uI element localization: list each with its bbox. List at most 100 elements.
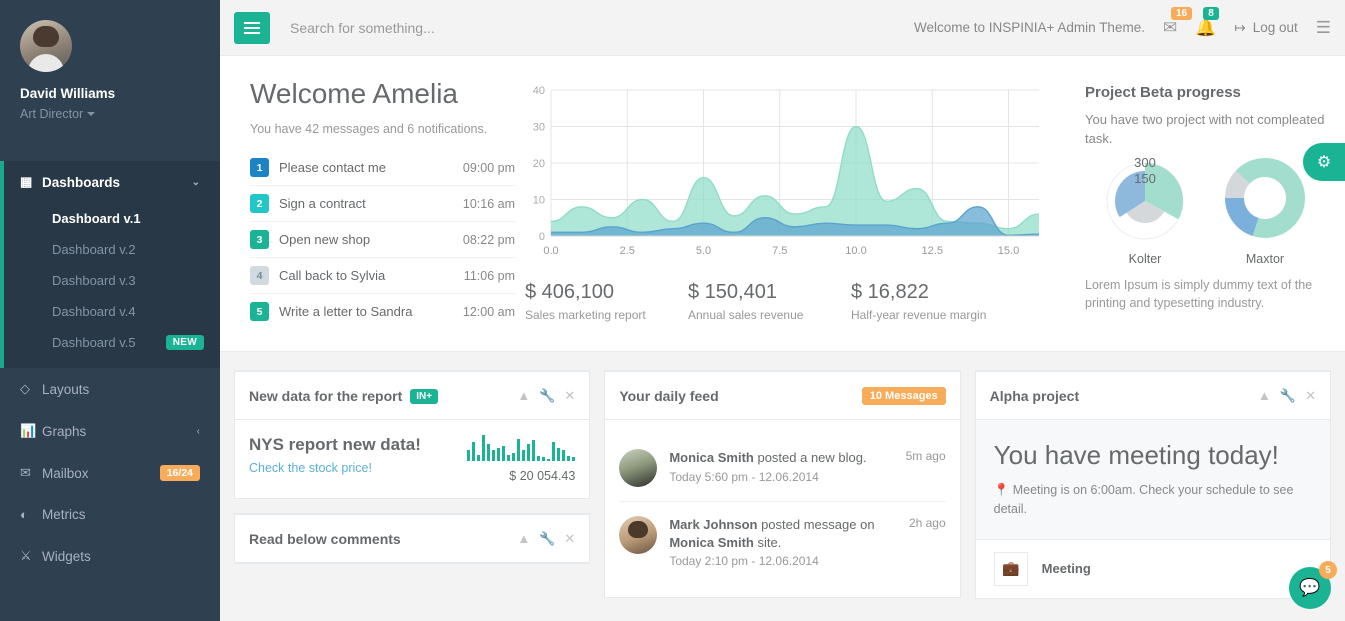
sales-area-chart: 0 10 20 30 40 0.0 2.5 5.0 7.5 10.0 12.5 15.0 xyxy=(533,85,1040,257)
collapse-icon[interactable]: ▲ xyxy=(1258,388,1271,404)
feed-date: Today 5:60 pm - 12.06.2014 xyxy=(669,469,819,484)
sidebar-item-mailbox[interactable]: ✉ Mailbox 16/24 xyxy=(0,452,220,494)
sparkline-bar xyxy=(562,450,566,461)
search-input[interactable] xyxy=(290,19,730,36)
sparkline-bar xyxy=(552,442,556,461)
new-data-panel: New data for the report IN+ ▲ 🔧 ✕ NYS re… xyxy=(234,370,591,499)
alpha-project-panel: Alpha project ▲ 🔧 ✕ You have meeting tod… xyxy=(974,370,1331,599)
sparkline-bar xyxy=(567,456,571,461)
envelope-icon[interactable]: ✉ 16 xyxy=(1163,6,1193,38)
sparkline-bar xyxy=(537,456,541,461)
sidebar-item-layouts[interactable]: ◇ Layouts xyxy=(0,368,220,410)
sidebar-item-dashboard-v2[interactable]: Dashboard v.2 xyxy=(4,234,220,265)
close-icon[interactable]: ✕ xyxy=(564,531,575,547)
sidebar-item-dashboard-v1[interactable]: Dashboard v.1 xyxy=(4,203,220,234)
stat-value: $ 406,100 xyxy=(525,281,614,303)
svg-text:10: 10 xyxy=(533,195,545,207)
hero-subtitle: You have 42 messages and 6 notifications… xyxy=(250,122,488,136)
sparkline-bar xyxy=(487,444,491,461)
alpha-list-item[interactable]: 💼 Meeting xyxy=(976,540,1330,598)
sparkline-bar xyxy=(492,450,496,461)
sparkline-bar xyxy=(547,458,551,461)
feed-date: Today 2:10 pm - 12.06.2014 xyxy=(669,554,819,569)
wrench-icon[interactable]: 🔧 xyxy=(1280,388,1296,404)
message-list: 1 Please contact me 09:00 pm 2 Sign a co… xyxy=(250,150,515,329)
message-index: 5 xyxy=(250,302,269,321)
bell-icon[interactable]: 🔔 8 xyxy=(1195,6,1219,38)
list-item[interactable]: 3 Open new shop 08:22 pm xyxy=(250,222,515,258)
feed-suffix: site. xyxy=(757,534,782,550)
hamburger-icon[interactable] xyxy=(234,11,270,44)
donut-row: 300 150 Kolter Maxtor xyxy=(1085,155,1325,266)
sparkline-bar xyxy=(557,448,561,461)
comments-header: Read below comments ▲ 🔧 ✕ xyxy=(235,515,590,563)
list-item[interactable]: Monica Smith posted a new blog. Today 5:… xyxy=(619,435,946,502)
list-item[interactable]: 1 Please contact me 09:00 pm xyxy=(250,150,515,186)
stat-label: Sales marketing report xyxy=(525,308,646,322)
list-item[interactable]: Mark Johnson posted message on Monica Sm… xyxy=(619,502,946,582)
profile-role[interactable]: Art Director xyxy=(20,107,83,121)
sidebar-item-widgets[interactable]: ⚔ Widgets xyxy=(0,535,220,577)
chat-icon[interactable]: 💬 5 xyxy=(1289,561,1337,609)
kolter-label: Kolter xyxy=(1128,251,1162,266)
mailbox-count-badge: 16/24 xyxy=(159,465,200,481)
sidebar-item-metrics[interactable]: ◐ Metrics xyxy=(0,494,220,535)
sparkline-bar xyxy=(527,444,531,461)
sidebar-subitem-label: Dashboard v.5 xyxy=(52,335,136,350)
svg-text:40: 40 xyxy=(533,85,545,97)
maxtor-label: Maxtor xyxy=(1245,251,1285,266)
welcome-message: Welcome to INSPINIA+ Admin Theme. xyxy=(913,20,1145,35)
hero-panel: Welcome Amelia You have 42 messages and … xyxy=(220,56,1345,352)
panel-title: Your daily feed xyxy=(619,388,719,404)
location-pin-icon: 📍 xyxy=(993,483,1010,497)
list-item[interactable]: 4 Call back to Sylvia 11:06 pm xyxy=(250,258,515,294)
stat-annual-revenue: $ 150,401 Annual sales revenue xyxy=(688,281,851,322)
sidebar-item-dashboard-v4[interactable]: Dashboard v.4 xyxy=(4,296,220,327)
close-icon[interactable]: ✕ xyxy=(1305,388,1316,404)
feed-target: Monica Smith xyxy=(669,534,754,550)
message-text: Please contact me xyxy=(279,160,386,175)
notification-count-badge: 8 xyxy=(1203,6,1219,20)
svg-text:2.5: 2.5 xyxy=(620,245,635,257)
svg-text:7.5: 7.5 xyxy=(772,245,787,257)
chevron-down-icon xyxy=(87,112,96,116)
sparkline-bar xyxy=(482,435,486,461)
sidebar-item-dashboards[interactable]: ▦ Dashboards ⌄ Dashboard v.1 Dashboard v… xyxy=(0,161,220,368)
sidebar-item-label: Graphs xyxy=(42,423,87,439)
mail-count-badge: 16 xyxy=(1170,6,1193,20)
comments-panel: Read below comments ▲ 🔧 ✕ xyxy=(234,513,591,564)
collapse-icon[interactable]: ▲ xyxy=(517,531,530,547)
sidebar-profile[interactable]: David Williams Art Director xyxy=(0,0,220,139)
panel-tools: ▲ 🔧 ✕ xyxy=(517,388,575,404)
list-item[interactable]: 5 Write a letter to Sandra 12:00 am xyxy=(250,294,515,329)
sparkline-bar xyxy=(517,438,521,461)
feed-author: Monica Smith xyxy=(669,450,754,465)
message-time: 11:06 pm xyxy=(463,268,515,283)
sparkline-bar xyxy=(532,439,536,461)
message-text: Open new shop xyxy=(279,232,371,247)
sidebar-item-graphs[interactable]: 📊 Graphs ‹ xyxy=(0,410,220,452)
diamond-icon: ◇ xyxy=(20,381,30,396)
stock-price-link[interactable]: Check the stock price! xyxy=(249,461,372,475)
sidebar-item-dashboard-v3[interactable]: Dashboard v.3 xyxy=(4,265,220,296)
cogs-icon[interactable]: ⚙ xyxy=(1303,143,1345,181)
sidebar: David Williams Art Director ▦ Dashboards… xyxy=(0,0,220,621)
maxtor-chart-cell: Maxtor xyxy=(1222,155,1308,266)
list-item[interactable]: 2 Sign a contract 10:16 am xyxy=(250,186,515,222)
grid-icon: ▦ xyxy=(20,174,33,189)
wrench-icon[interactable]: 🔧 xyxy=(539,388,555,404)
sparkline-bar xyxy=(472,442,476,461)
chevron-down-icon: ⌄ xyxy=(191,176,200,188)
close-icon[interactable]: ✕ xyxy=(564,388,575,404)
chevron-left-icon: ‹ xyxy=(196,425,200,437)
wrench-icon[interactable]: 🔧 xyxy=(539,531,555,547)
avatar xyxy=(619,516,658,554)
list-menu-icon[interactable]: ☰ xyxy=(1316,18,1331,38)
sidebar-item-dashboard-v5[interactable]: Dashboard v.5 NEW xyxy=(4,327,220,358)
feed-timestamp: 5m ago xyxy=(905,449,946,463)
message-index: 2 xyxy=(250,194,269,213)
welcome-column: Welcome Amelia You have 42 messages and … xyxy=(250,78,515,329)
logout-button[interactable]: ↦ Log out xyxy=(1234,20,1297,36)
collapse-icon[interactable]: ▲ xyxy=(517,388,530,404)
avatar xyxy=(20,20,72,72)
